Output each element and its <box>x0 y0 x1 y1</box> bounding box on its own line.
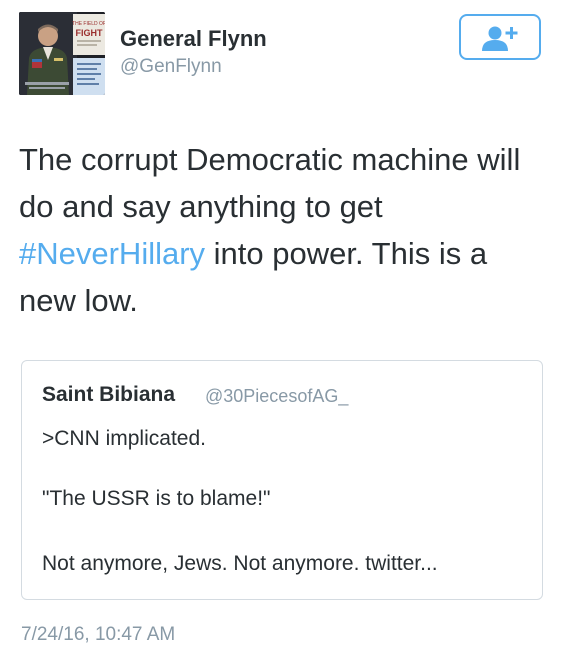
quoted-text-line: "The USSR is to blame!" <box>42 487 271 510</box>
quoted-author-name: Saint Bibiana <box>42 383 176 406</box>
author-display-name[interactable]: General Flynn <box>120 26 267 52</box>
quoted-text-line: Not anymore, Jews. Not anymore. twitter.… <box>42 552 438 575</box>
quoted-tweet-card[interactable]: Saint Bibiana @30PiecesofAG_ >CNN implic… <box>21 360 543 600</box>
hashtag-link[interactable]: #NeverHillary <box>19 236 205 271</box>
tweet-timestamp[interactable]: 7/24/16, 10:47 AM <box>21 624 175 646</box>
add-user-icon <box>482 26 518 51</box>
author-handle[interactable]: @GenFlynn <box>120 56 222 78</box>
svg-text:THE FIELD OF: THE FIELD OF <box>72 21 105 27</box>
book-cover-title: FIGHT <box>76 28 103 38</box>
tweet-text-before: The corrupt Democratic machine will do a… <box>19 142 521 224</box>
tweet: THE FIELD OF FIGHT General Flynn @GenFly… <box>0 0 564 663</box>
quoted-author-handle: @30PiecesofAG_ <box>205 386 349 406</box>
profile-avatar[interactable]: THE FIELD OF FIGHT <box>19 12 105 95</box>
tweet-text: The corrupt Democratic machine will do a… <box>19 136 549 324</box>
follow-button[interactable] <box>459 14 541 60</box>
quoted-text-line: >CNN implicated. <box>42 427 206 450</box>
